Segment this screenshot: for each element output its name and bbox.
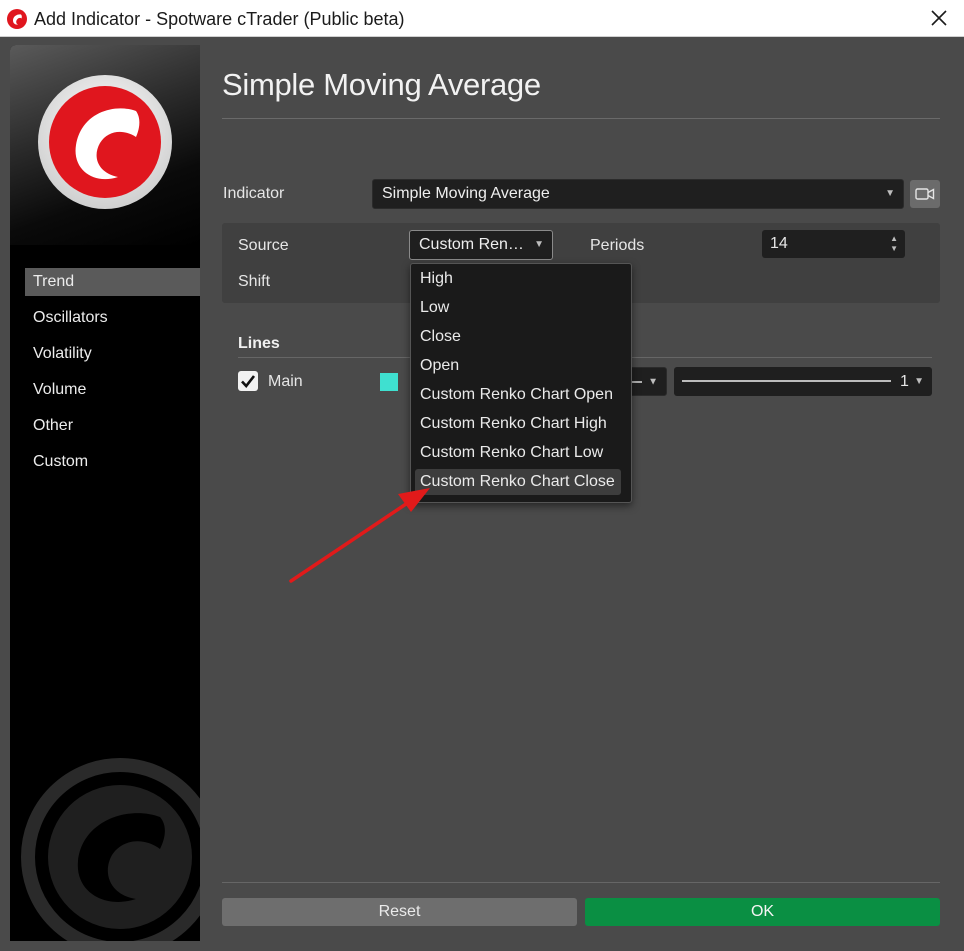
periods-stepper[interactable]: 14 ▲ ▼ bbox=[762, 230, 905, 258]
source-select[interactable]: Custom Ren… ▼ bbox=[409, 230, 553, 260]
title-bar: Add Indicator - Spotware cTrader (Public… bbox=[0, 0, 964, 37]
category-custom[interactable]: Custom bbox=[25, 448, 200, 476]
source-option-renko-high[interactable]: Custom Renko Chart High bbox=[415, 411, 621, 437]
line-thickness-value: 1 bbox=[900, 373, 909, 390]
chevron-down-icon: ▼ bbox=[885, 188, 895, 199]
video-camera-icon bbox=[915, 188, 935, 200]
category-oscillators[interactable]: Oscillators bbox=[25, 304, 200, 332]
chevron-down-icon: ▼ bbox=[914, 376, 924, 387]
line-thickness-select[interactable]: 1 ▼ bbox=[674, 367, 932, 396]
source-option-renko-low[interactable]: Custom Renko Chart Low bbox=[415, 440, 621, 466]
page-title: Simple Moving Average bbox=[222, 67, 541, 102]
source-label: Source bbox=[238, 237, 289, 254]
periods-label: Periods bbox=[590, 237, 645, 254]
close-icon[interactable] bbox=[928, 7, 950, 29]
chevron-down-icon: ▼ bbox=[648, 376, 658, 387]
source-option-high[interactable]: High bbox=[415, 266, 621, 292]
source-option-renko-open[interactable]: Custom Renko Chart Open bbox=[415, 382, 621, 408]
checkmark-icon bbox=[241, 375, 256, 389]
source-select-value: Custom Ren… bbox=[419, 236, 524, 253]
category-sidebar: Trend Oscillators Volatility Volume Othe… bbox=[10, 45, 200, 941]
source-option-low[interactable]: Low bbox=[415, 295, 621, 321]
source-dropdown-list: High Low Close Open Custom Renko Chart O… bbox=[410, 263, 632, 503]
reset-button[interactable]: Reset bbox=[222, 898, 577, 926]
main-line-color-swatch[interactable] bbox=[380, 373, 398, 391]
ctrader-watermark-icon bbox=[21, 758, 200, 941]
source-option-close[interactable]: Close bbox=[415, 324, 621, 350]
line-style-select[interactable]: ▼ bbox=[626, 367, 667, 396]
indicator-select-value: Simple Moving Average bbox=[382, 185, 550, 202]
main-line-label: Main bbox=[268, 373, 303, 390]
indicator-select[interactable]: Simple Moving Average ▼ bbox=[372, 179, 904, 209]
stepper-up-icon[interactable]: ▲ bbox=[890, 235, 898, 243]
line-thickness-preview bbox=[682, 380, 891, 382]
category-volume[interactable]: Volume bbox=[25, 376, 200, 404]
source-option-renko-close[interactable]: Custom Renko Chart Close bbox=[415, 469, 621, 495]
shift-label: Shift bbox=[238, 273, 271, 290]
category-volatility[interactable]: Volatility bbox=[25, 340, 200, 368]
chevron-down-icon: ▼ bbox=[534, 239, 544, 250]
main-line-checkbox[interactable] bbox=[238, 371, 258, 391]
source-option-open[interactable]: Open bbox=[415, 353, 621, 379]
indicator-label: Indicator bbox=[223, 185, 285, 202]
stepper-down-icon[interactable]: ▼ bbox=[890, 245, 898, 253]
window-title: Add Indicator - Spotware cTrader (Public… bbox=[34, 9, 405, 29]
category-other[interactable]: Other bbox=[25, 412, 200, 440]
ctrader-app-icon bbox=[7, 9, 27, 29]
footer-divider bbox=[222, 882, 940, 883]
title-divider bbox=[222, 118, 940, 119]
ctrader-logo-icon bbox=[38, 75, 172, 209]
video-help-button[interactable] bbox=[910, 180, 940, 208]
lines-heading: Lines bbox=[238, 335, 280, 352]
ok-button[interactable]: OK bbox=[585, 898, 940, 926]
periods-value: 14 bbox=[770, 235, 788, 252]
category-trend[interactable]: Trend bbox=[25, 268, 200, 296]
